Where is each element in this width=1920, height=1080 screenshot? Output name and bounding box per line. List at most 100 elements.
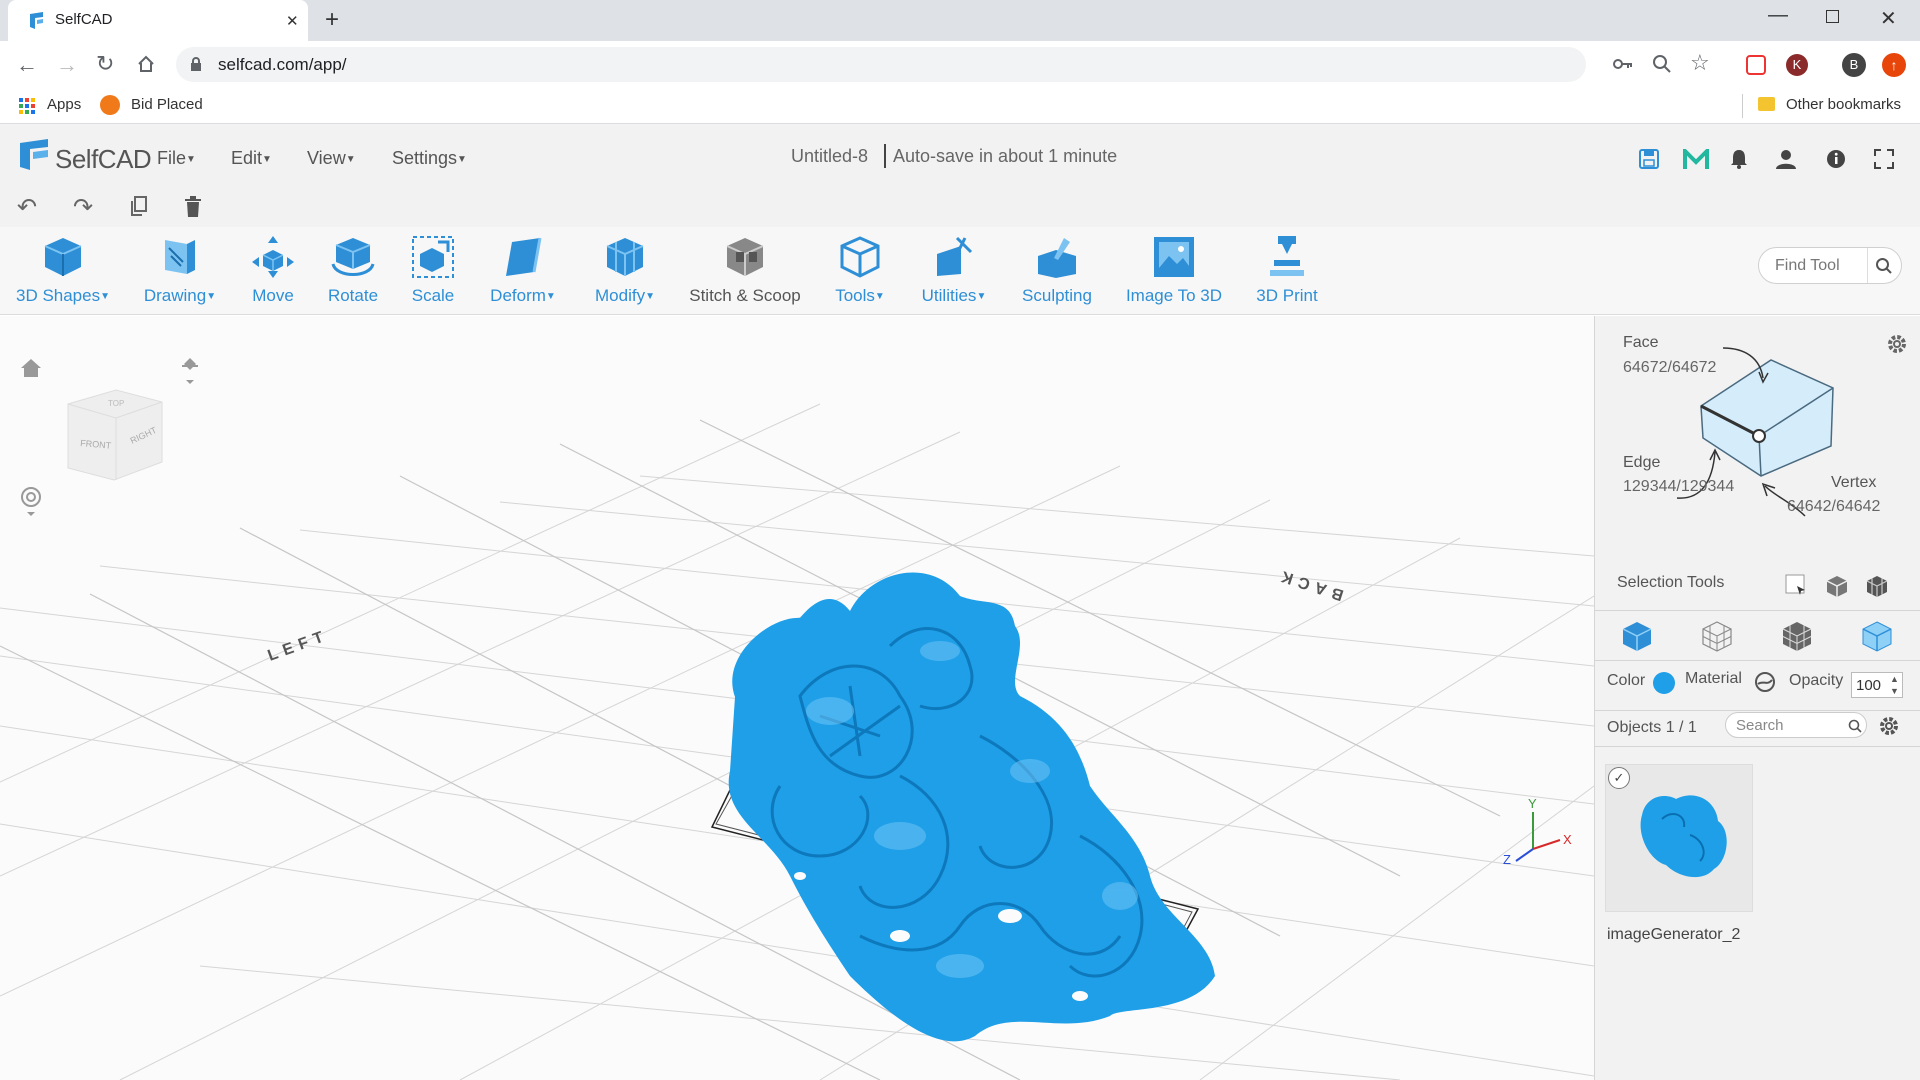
tool-3d-print[interactable]: 3D Print bbox=[1232, 234, 1342, 306]
bookmark-star-icon[interactable]: ☆ bbox=[1690, 50, 1710, 76]
color-swatch[interactable] bbox=[1653, 672, 1675, 694]
axis-gizmo: Y X Z bbox=[1503, 796, 1572, 867]
info-icon[interactable] bbox=[1826, 149, 1846, 169]
edge-count: 129344/129344 bbox=[1623, 478, 1735, 495]
tool-utilities[interactable]: Utilities▼ bbox=[899, 234, 1009, 306]
home-icon[interactable] bbox=[136, 54, 156, 74]
view-cube[interactable]: FRONT RIGHT TOP bbox=[60, 384, 170, 494]
url-text: selfcad.com/app/ bbox=[218, 55, 347, 74]
tool-label: Move bbox=[252, 286, 294, 305]
tab-close-icon[interactable]: ✕ bbox=[286, 12, 299, 30]
mode-face-icon[interactable] bbox=[1781, 620, 1813, 652]
key-icon[interactable] bbox=[1612, 55, 1634, 73]
undo-icon[interactable]: ↶ bbox=[17, 193, 37, 222]
object-search-box[interactable]: Search bbox=[1725, 712, 1867, 738]
settings-gear-icon[interactable] bbox=[1885, 332, 1909, 356]
menu-settings[interactable]: Settings▼ bbox=[392, 148, 467, 169]
3d-print-icon bbox=[1270, 236, 1304, 276]
mode-object-icon[interactable] bbox=[1621, 620, 1653, 652]
object-search-input[interactable]: Search bbox=[1736, 717, 1784, 734]
restore-icon[interactable] bbox=[1826, 10, 1839, 23]
forward-icon[interactable]: → bbox=[56, 52, 78, 78]
menu-view[interactable]: View▼ bbox=[307, 148, 356, 169]
panel-divider bbox=[1595, 660, 1920, 661]
objects-settings-gear-icon[interactable] bbox=[1877, 714, 1901, 738]
material-icon[interactable] bbox=[1755, 672, 1775, 692]
vertex-label[interactable]: Vertex bbox=[1831, 474, 1876, 492]
find-tool-divider bbox=[1867, 248, 1868, 283]
tool-label: Utilities bbox=[921, 286, 977, 305]
select-all-icon[interactable] bbox=[1865, 574, 1889, 598]
tool-label: Drawing bbox=[143, 286, 207, 305]
opacity-stepper-icon[interactable]: ▲ ▼ bbox=[1890, 673, 1899, 697]
opacity-input[interactable]: 100 ▲ ▼ bbox=[1851, 672, 1903, 698]
zoom-icon[interactable] bbox=[1652, 54, 1672, 74]
bid-placed-favicon-icon bbox=[100, 95, 120, 115]
tool-image-to-3d[interactable]: Image To 3D bbox=[1119, 234, 1229, 306]
object-visible-checkbox[interactable]: ✓ bbox=[1608, 767, 1630, 789]
makerbot-icon[interactable] bbox=[1683, 149, 1709, 171]
modify-icon bbox=[606, 238, 644, 276]
bookmark-apps[interactable]: Apps bbox=[47, 96, 81, 113]
selfcad-logo-icon bbox=[20, 139, 48, 170]
reload-icon[interactable]: ↻ bbox=[96, 51, 114, 77]
copy-icon[interactable] bbox=[130, 196, 148, 216]
edge-label[interactable]: Edge bbox=[1623, 454, 1660, 472]
mode-edge-icon[interactable] bbox=[1701, 620, 1733, 652]
find-tool-box[interactable]: Find Tool bbox=[1758, 247, 1902, 284]
window-close-icon[interactable]: ✕ bbox=[1880, 6, 1897, 31]
tool-modify[interactable]: Modify▼ bbox=[570, 234, 680, 306]
home-view-icon[interactable] bbox=[20, 358, 42, 378]
model-mesh[interactable] bbox=[728, 572, 1215, 1042]
menu-edit[interactable]: Edit▼ bbox=[231, 148, 272, 169]
minimize-icon[interactable]: — bbox=[1768, 4, 1788, 27]
notifications-bell-icon[interactable] bbox=[1729, 148, 1749, 170]
document-title[interactable]: Untitled-8 bbox=[791, 146, 868, 167]
fullscreen-icon[interactable] bbox=[1874, 149, 1894, 169]
redo-icon[interactable]: ↷ bbox=[73, 193, 93, 222]
find-tool-input[interactable]: Find Tool bbox=[1775, 257, 1840, 275]
browser-tab[interactable]: SelfCAD ✕ bbox=[8, 0, 308, 41]
tool-deform[interactable]: Deform▼ bbox=[468, 234, 578, 306]
camera-view-icon[interactable] bbox=[180, 356, 200, 386]
menu-file[interactable]: File▼ bbox=[157, 148, 196, 169]
object-name[interactable]: imageGenerator_2 bbox=[1607, 926, 1740, 944]
object-search-icon[interactable] bbox=[1848, 719, 1862, 733]
rotate-icon bbox=[331, 238, 375, 276]
tool-stitch-scoop[interactable]: Stitch & Scoop bbox=[683, 234, 807, 306]
tool-sculpting[interactable]: Sculpting bbox=[1002, 234, 1112, 306]
other-bookmarks[interactable]: Other bookmarks bbox=[1786, 96, 1901, 113]
search-icon[interactable] bbox=[1875, 257, 1893, 275]
deform-icon bbox=[506, 237, 542, 276]
bookmarks-bar: Apps Bid Placed Other bookmarks bbox=[0, 88, 1920, 124]
cube-icon bbox=[44, 238, 82, 276]
tool-3d-shapes[interactable]: 3D Shapes▼ bbox=[8, 234, 118, 306]
mode-vertex-icon[interactable] bbox=[1861, 620, 1893, 652]
object-thumbnail-image bbox=[1640, 795, 1727, 878]
autosave-status: Auto-save in about 1 minute bbox=[893, 146, 1118, 166]
view-cube-top-label: TOP bbox=[108, 399, 124, 408]
tool-label: Rotate bbox=[327, 286, 379, 305]
delete-trash-icon[interactable] bbox=[184, 196, 202, 218]
profile-avatar[interactable]: B bbox=[1842, 53, 1866, 77]
tool-label: Stitch & Scoop bbox=[689, 286, 801, 305]
select-object-icon[interactable] bbox=[1825, 574, 1849, 598]
object-thumbnail[interactable]: ✓ bbox=[1605, 764, 1753, 912]
update-icon[interactable]: ↑ bbox=[1882, 53, 1906, 77]
face-label[interactable]: Face bbox=[1623, 334, 1659, 352]
back-icon[interactable]: ← bbox=[16, 52, 38, 78]
extension-icon[interactable] bbox=[1746, 55, 1766, 75]
new-tab-icon[interactable]: + bbox=[325, 8, 339, 32]
omnibox[interactable]: selfcad.com/app/ ☆ bbox=[176, 47, 1710, 82]
extension-profile-k[interactable]: K bbox=[1786, 54, 1808, 76]
save-icon[interactable] bbox=[1638, 148, 1660, 170]
selection-tools-label: Selection Tools bbox=[1617, 574, 1725, 591]
orbit-view-icon[interactable] bbox=[20, 486, 42, 518]
panel-divider bbox=[1595, 710, 1920, 711]
user-account-icon[interactable] bbox=[1775, 148, 1797, 170]
tool-label: Image To 3D bbox=[1125, 286, 1223, 305]
scale-icon bbox=[412, 236, 454, 278]
select-box-icon[interactable] bbox=[1785, 574, 1807, 596]
bookmark-bid-placed[interactable]: Bid Placed bbox=[131, 96, 203, 113]
3d-viewport[interactable]: LEFT BACK Y X Z FRONT RIGHT TOP bbox=[0, 316, 1594, 1080]
